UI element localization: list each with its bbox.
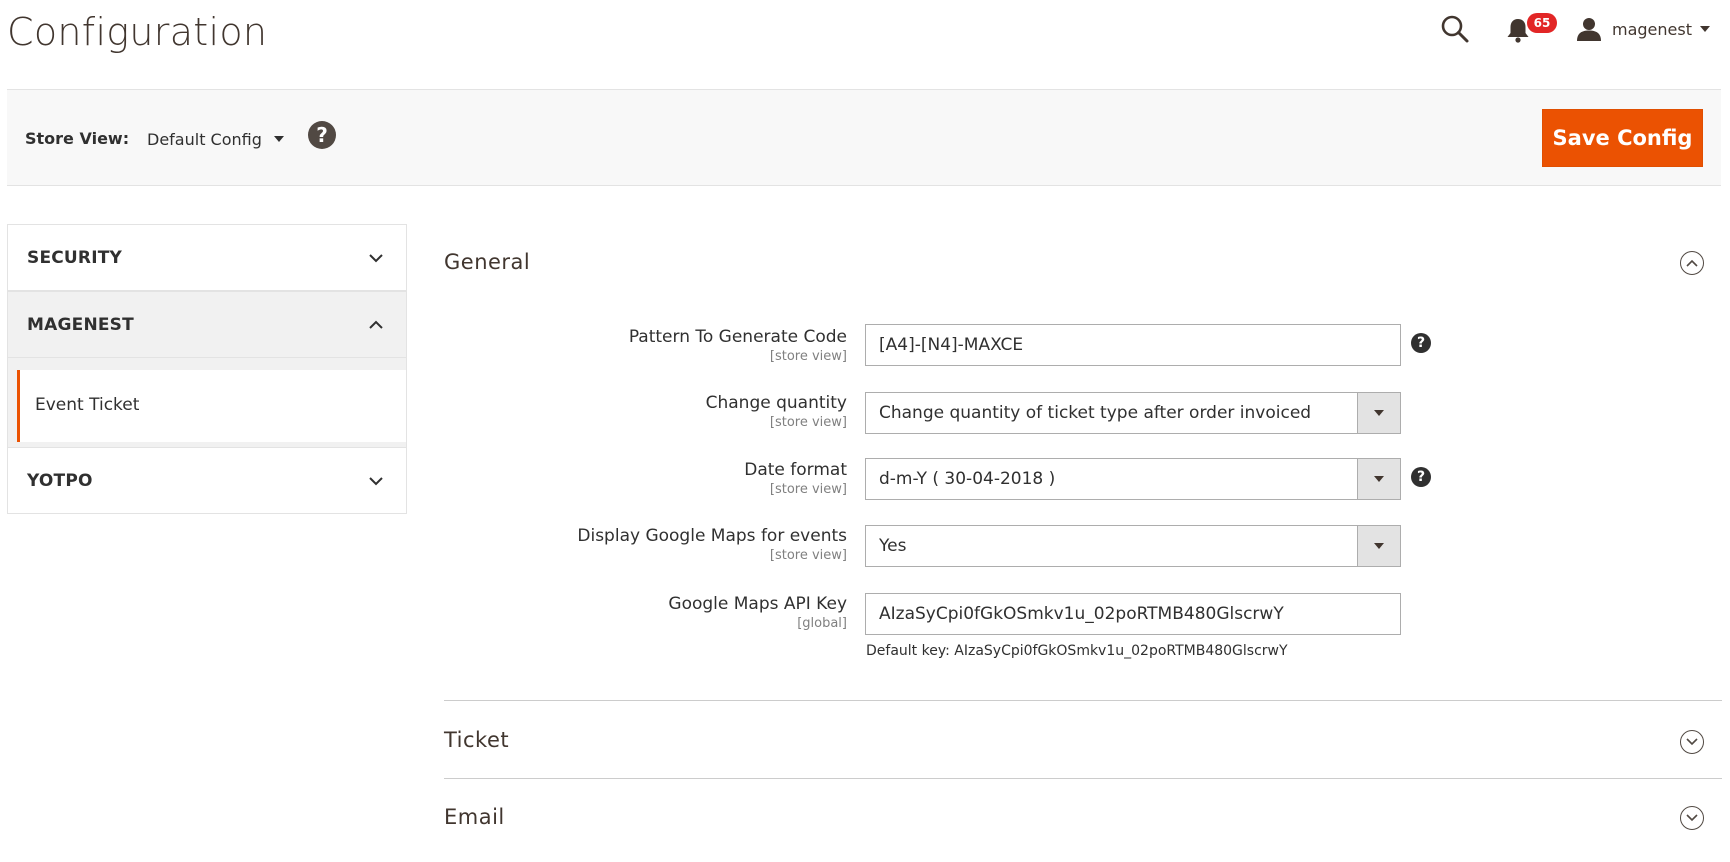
help-icon[interactable]: ? bbox=[1411, 467, 1431, 487]
sidebar-magenest-items: Event Ticket bbox=[7, 358, 407, 448]
field-label-date-format: Date format bbox=[744, 460, 847, 480]
section-title-ticket[interactable]: Ticket bbox=[444, 728, 509, 752]
caret-down-icon bbox=[1357, 526, 1400, 566]
display-google-maps-select[interactable]: Yes bbox=[865, 525, 1401, 567]
sidebar-section-label: SECURITY bbox=[27, 248, 123, 268]
store-view-selected: Default Config bbox=[147, 129, 262, 149]
sidebar-section-magenest[interactable]: MAGENEST bbox=[7, 291, 407, 358]
sidebar-section-yotpo[interactable]: YOTPO bbox=[7, 447, 407, 514]
chevron-up-icon bbox=[369, 320, 383, 329]
chevron-down-icon bbox=[1699, 26, 1710, 32]
search-icon[interactable] bbox=[1440, 14, 1470, 44]
notifications-button[interactable]: 65 bbox=[1505, 12, 1557, 46]
change-quantity-select[interactable]: Change quantity of ticket type after ord… bbox=[865, 392, 1401, 434]
sidebar-item-label: Event Ticket bbox=[35, 395, 140, 415]
select-value: Change quantity of ticket type after ord… bbox=[879, 403, 1312, 423]
section-divider bbox=[444, 700, 1722, 701]
chevron-up-icon bbox=[1686, 259, 1698, 267]
pattern-code-input[interactable] bbox=[865, 324, 1401, 366]
help-icon[interactable]: ? bbox=[1411, 333, 1431, 353]
chevron-down-icon bbox=[369, 477, 383, 486]
sidebar-section-security[interactable]: SECURITY bbox=[7, 224, 407, 291]
select-value: Yes bbox=[879, 536, 907, 556]
expand-section-button[interactable] bbox=[1680, 730, 1704, 754]
chevron-down-icon bbox=[1686, 814, 1698, 822]
field-scope-pattern: [store view] bbox=[769, 349, 847, 364]
username: magenest bbox=[1612, 19, 1692, 39]
date-format-select[interactable]: d-m-Y ( 30-04-2018 ) bbox=[865, 458, 1401, 500]
field-label-pattern: Pattern To Generate Code bbox=[628, 327, 847, 347]
chevron-down-icon bbox=[369, 254, 383, 263]
expand-section-button[interactable] bbox=[1680, 806, 1704, 830]
page-title: Configuration bbox=[7, 10, 268, 54]
sidebar-section-label: YOTPO bbox=[27, 471, 93, 491]
collapse-section-button[interactable] bbox=[1680, 251, 1704, 275]
store-view-label: Store View: bbox=[25, 129, 130, 148]
field-label-google-maps: Display Google Maps for events bbox=[577, 526, 847, 546]
section-title-email[interactable]: Email bbox=[444, 805, 505, 829]
caret-down-icon bbox=[273, 136, 284, 142]
field-scope-change-quantity: [store view] bbox=[769, 415, 847, 430]
caret-down-icon bbox=[1357, 459, 1400, 499]
field-label-api-key: Google Maps API Key bbox=[668, 594, 847, 614]
field-scope-date-format: [store view] bbox=[769, 482, 847, 497]
field-scope-api-key: [global] bbox=[797, 616, 847, 631]
sidebar-section-label: MAGENEST bbox=[27, 315, 134, 335]
store-view-help-icon[interactable]: ? bbox=[308, 121, 336, 149]
config-sidebar: SECURITY MAGENEST Event Ticket YOTPO bbox=[7, 224, 407, 514]
sidebar-item-event-ticket[interactable]: Event Ticket bbox=[17, 370, 406, 442]
notification-count-badge: 65 bbox=[1527, 13, 1557, 33]
google-maps-api-key-input[interactable] bbox=[865, 593, 1401, 635]
store-view-switcher[interactable]: Default Config bbox=[147, 128, 284, 150]
user-icon bbox=[1577, 18, 1601, 41]
select-value: d-m-Y ( 30-04-2018 ) bbox=[879, 469, 1056, 489]
field-label-change-quantity: Change quantity bbox=[705, 393, 847, 413]
save-config-button[interactable]: Save Config bbox=[1542, 109, 1703, 167]
api-key-note: Default key: AIzaSyCpi0fGkOSmkv1u_02poRT… bbox=[866, 643, 1288, 659]
user-account-menu[interactable]: magenest bbox=[1576, 14, 1710, 44]
section-divider bbox=[444, 778, 1722, 779]
caret-down-icon bbox=[1357, 393, 1400, 433]
chevron-down-icon bbox=[1686, 738, 1698, 746]
field-scope-google-maps: [store view] bbox=[769, 548, 847, 563]
store-view-bar: Store View: Default Config ? Save Config bbox=[7, 89, 1721, 186]
section-title-general[interactable]: General bbox=[444, 250, 530, 274]
